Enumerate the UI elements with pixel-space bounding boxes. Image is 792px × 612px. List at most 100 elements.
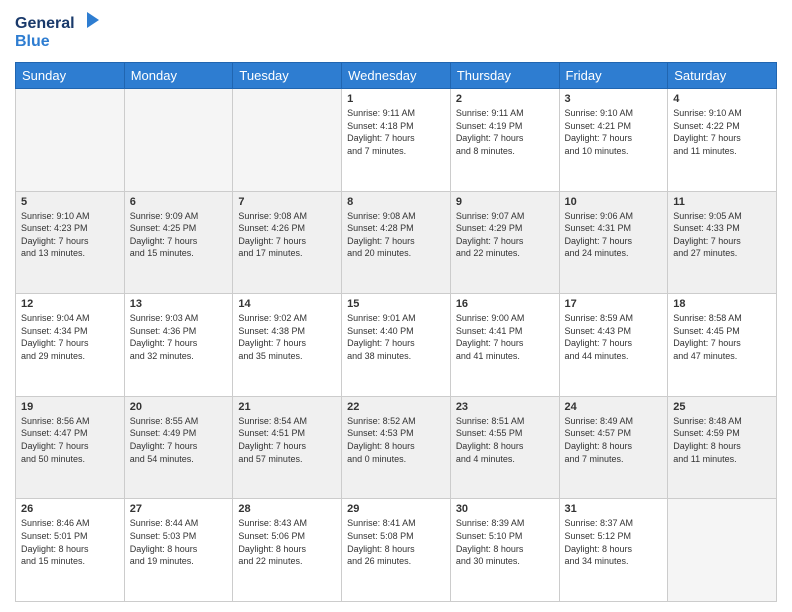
calendar-cell: 1 Sunrise: 9:11 AMSunset: 4:18 PMDaylight… (342, 89, 451, 192)
day-info: Sunrise: 8:51 AMSunset: 4:55 PMDaylight:… (456, 415, 554, 465)
calendar-cell: 23 Sunrise: 8:51 AMSunset: 4:55 PMDayligh… (450, 396, 559, 499)
calendar-cell: 4 Sunrise: 9:10 AMSunset: 4:22 PMDaylight… (668, 89, 777, 192)
calendar-week-3: 12Sunrise: 9:04 AMSunset: 4:34 PMDayligh… (16, 294, 777, 397)
day-info: Sunrise: 8:58 AMSunset: 4:45 PMDaylight:… (673, 312, 771, 362)
day-info: Sunrise: 9:09 AMSunset: 4:25 PMDaylight:… (130, 210, 228, 260)
weekday-header-monday: Monday (124, 63, 233, 89)
day-info: Sunrise: 9:03 AMSunset: 4:36 PMDaylight:… (130, 312, 228, 362)
day-info: Sunrise: 9:04 AMSunset: 4:34 PMDaylight:… (21, 312, 119, 362)
calendar-cell (124, 89, 233, 192)
calendar-week-4: 19 Sunrise: 8:56 AMSunset: 4:47 PMDayligh… (16, 396, 777, 499)
day-info: Sunrise: 8:48 AMSunset: 4:59 PMDaylight:… (673, 415, 771, 465)
calendar-cell: 11 Sunrise: 9:05 AMSunset: 4:33 PMDayligh… (668, 191, 777, 294)
weekday-header-tuesday: Tuesday (233, 63, 342, 89)
day-number: 9 (456, 196, 554, 208)
day-info: Sunrise: 9:07 AMSunset: 4:29 PMDaylight:… (456, 210, 554, 260)
day-number: 23 (456, 401, 554, 413)
day-info: Sunrise: 8:56 AMSunset: 4:47 PMDaylight:… (21, 415, 119, 465)
svg-text:Blue: Blue (15, 33, 50, 50)
day-info: Sunrise: 9:11 AMSunset: 4:19 PMDaylight:… (456, 107, 554, 157)
calendar-cell: 26Sunrise: 8:46 AMSunset: 5:01 PMDayligh… (16, 499, 125, 602)
calendar-cell: 27Sunrise: 8:44 AMSunset: 5:03 PMDayligh… (124, 499, 233, 602)
calendar-cell: 22Sunrise: 8:52 AMSunset: 4:53 PMDayligh… (342, 396, 451, 499)
day-number: 24 (565, 401, 663, 413)
weekday-header-sunday: Sunday (16, 63, 125, 89)
calendar-cell: 12Sunrise: 9:04 AMSunset: 4:34 PMDayligh… (16, 294, 125, 397)
calendar-cell: 13 Sunrise: 9:03 AMSunset: 4:36 PMDayligh… (124, 294, 233, 397)
day-number: 1 (347, 93, 445, 105)
calendar-cell: 5 Sunrise: 9:10 AMSunset: 4:23 PMDaylight… (16, 191, 125, 294)
day-number: 11 (673, 196, 771, 208)
day-number: 29 (347, 503, 445, 515)
calendar-cell (16, 89, 125, 192)
calendar-cell: 25 Sunrise: 8:48 AMSunset: 4:59 PMDayligh… (668, 396, 777, 499)
day-info: Sunrise: 9:02 AMSunset: 4:38 PMDaylight:… (238, 312, 336, 362)
day-info: Sunrise: 9:10 AMSunset: 4:23 PMDaylight:… (21, 210, 119, 260)
day-info: Sunrise: 8:49 AMSunset: 4:57 PMDaylight:… (565, 415, 663, 465)
day-number: 31 (565, 503, 663, 515)
calendar-cell: 21Sunrise: 8:54 AMSunset: 4:51 PMDayligh… (233, 396, 342, 499)
calendar-cell: 7 Sunrise: 9:08 AMSunset: 4:26 PMDaylight… (233, 191, 342, 294)
day-info: Sunrise: 8:54 AMSunset: 4:51 PMDaylight:… (238, 415, 336, 465)
day-number: 3 (565, 93, 663, 105)
day-info: Sunrise: 9:05 AMSunset: 4:33 PMDaylight:… (673, 210, 771, 260)
calendar-cell: 2Sunrise: 9:11 AMSunset: 4:19 PMDaylight… (450, 89, 559, 192)
weekday-header-saturday: Saturday (668, 63, 777, 89)
day-number: 30 (456, 503, 554, 515)
day-info: Sunrise: 8:52 AMSunset: 4:53 PMDaylight:… (347, 415, 445, 465)
calendar-week-2: 5 Sunrise: 9:10 AMSunset: 4:23 PMDaylight… (16, 191, 777, 294)
calendar-cell: 15 Sunrise: 9:01 AMSunset: 4:40 PMDayligh… (342, 294, 451, 397)
calendar-cell: 16 Sunrise: 9:00 AMSunset: 4:41 PMDayligh… (450, 294, 559, 397)
svg-text:General: General (15, 15, 75, 32)
header: General Blue (15, 10, 777, 54)
calendar-table: SundayMondayTuesdayWednesdayThursdayFrid… (15, 62, 777, 602)
calendar-cell: 8 Sunrise: 9:08 AMSunset: 4:28 PMDaylight… (342, 191, 451, 294)
calendar-cell: 28 Sunrise: 8:43 AMSunset: 5:06 PMDayligh… (233, 499, 342, 602)
calendar-week-5: 26Sunrise: 8:46 AMSunset: 5:01 PMDayligh… (16, 499, 777, 602)
weekday-header-thursday: Thursday (450, 63, 559, 89)
calendar-cell: 18Sunrise: 8:58 AMSunset: 4:45 PMDayligh… (668, 294, 777, 397)
calendar-cell: 14Sunrise: 9:02 AMSunset: 4:38 PMDayligh… (233, 294, 342, 397)
day-number: 16 (456, 298, 554, 310)
day-info: Sunrise: 8:43 AMSunset: 5:06 PMDaylight:… (238, 517, 336, 567)
calendar-cell: 20Sunrise: 8:55 AMSunset: 4:49 PMDayligh… (124, 396, 233, 499)
day-info: Sunrise: 9:08 AMSunset: 4:28 PMDaylight:… (347, 210, 445, 260)
day-number: 10 (565, 196, 663, 208)
page: General Blue SundayMondayTuesdayWednesda… (0, 0, 792, 612)
day-number: 27 (130, 503, 228, 515)
day-number: 28 (238, 503, 336, 515)
calendar-cell: 17 Sunrise: 8:59 AMSunset: 4:43 PMDayligh… (559, 294, 668, 397)
weekday-header-row: SundayMondayTuesdayWednesdayThursdayFrid… (16, 63, 777, 89)
day-info: Sunrise: 9:11 AMSunset: 4:18 PMDaylight:… (347, 107, 445, 157)
day-number: 13 (130, 298, 228, 310)
day-info: Sunrise: 8:37 AMSunset: 5:12 PMDaylight:… (565, 517, 663, 567)
day-info: Sunrise: 8:46 AMSunset: 5:01 PMDaylight:… (21, 517, 119, 567)
day-info: Sunrise: 8:59 AMSunset: 4:43 PMDaylight:… (565, 312, 663, 362)
calendar-cell: 24 Sunrise: 8:49 AMSunset: 4:57 PMDayligh… (559, 396, 668, 499)
day-number: 7 (238, 196, 336, 208)
day-info: Sunrise: 9:00 AMSunset: 4:41 PMDaylight:… (456, 312, 554, 362)
day-number: 4 (673, 93, 771, 105)
day-number: 19 (21, 401, 119, 413)
day-number: 8 (347, 196, 445, 208)
day-info: Sunrise: 8:55 AMSunset: 4:49 PMDaylight:… (130, 415, 228, 465)
calendar-cell: 30Sunrise: 8:39 AMSunset: 5:10 PMDayligh… (450, 499, 559, 602)
weekday-header-wednesday: Wednesday (342, 63, 451, 89)
logo-container: General Blue (15, 10, 105, 54)
logo: General Blue (15, 10, 105, 54)
day-info: Sunrise: 9:08 AMSunset: 4:26 PMDaylight:… (238, 210, 336, 260)
calendar-cell: 10Sunrise: 9:06 AMSunset: 4:31 PMDayligh… (559, 191, 668, 294)
calendar-cell (668, 499, 777, 602)
weekday-header-friday: Friday (559, 63, 668, 89)
day-info: Sunrise: 9:10 AMSunset: 4:22 PMDaylight:… (673, 107, 771, 157)
calendar-cell: 29Sunrise: 8:41 AMSunset: 5:08 PMDayligh… (342, 499, 451, 602)
calendar-cell: 6Sunrise: 9:09 AMSunset: 4:25 PMDaylight… (124, 191, 233, 294)
day-number: 15 (347, 298, 445, 310)
day-info: Sunrise: 9:10 AMSunset: 4:21 PMDaylight:… (565, 107, 663, 157)
calendar-cell (233, 89, 342, 192)
calendar-week-1: 1 Sunrise: 9:11 AMSunset: 4:18 PMDaylight… (16, 89, 777, 192)
day-number: 25 (673, 401, 771, 413)
day-number: 5 (21, 196, 119, 208)
day-info: Sunrise: 9:01 AMSunset: 4:40 PMDaylight:… (347, 312, 445, 362)
day-number: 17 (565, 298, 663, 310)
